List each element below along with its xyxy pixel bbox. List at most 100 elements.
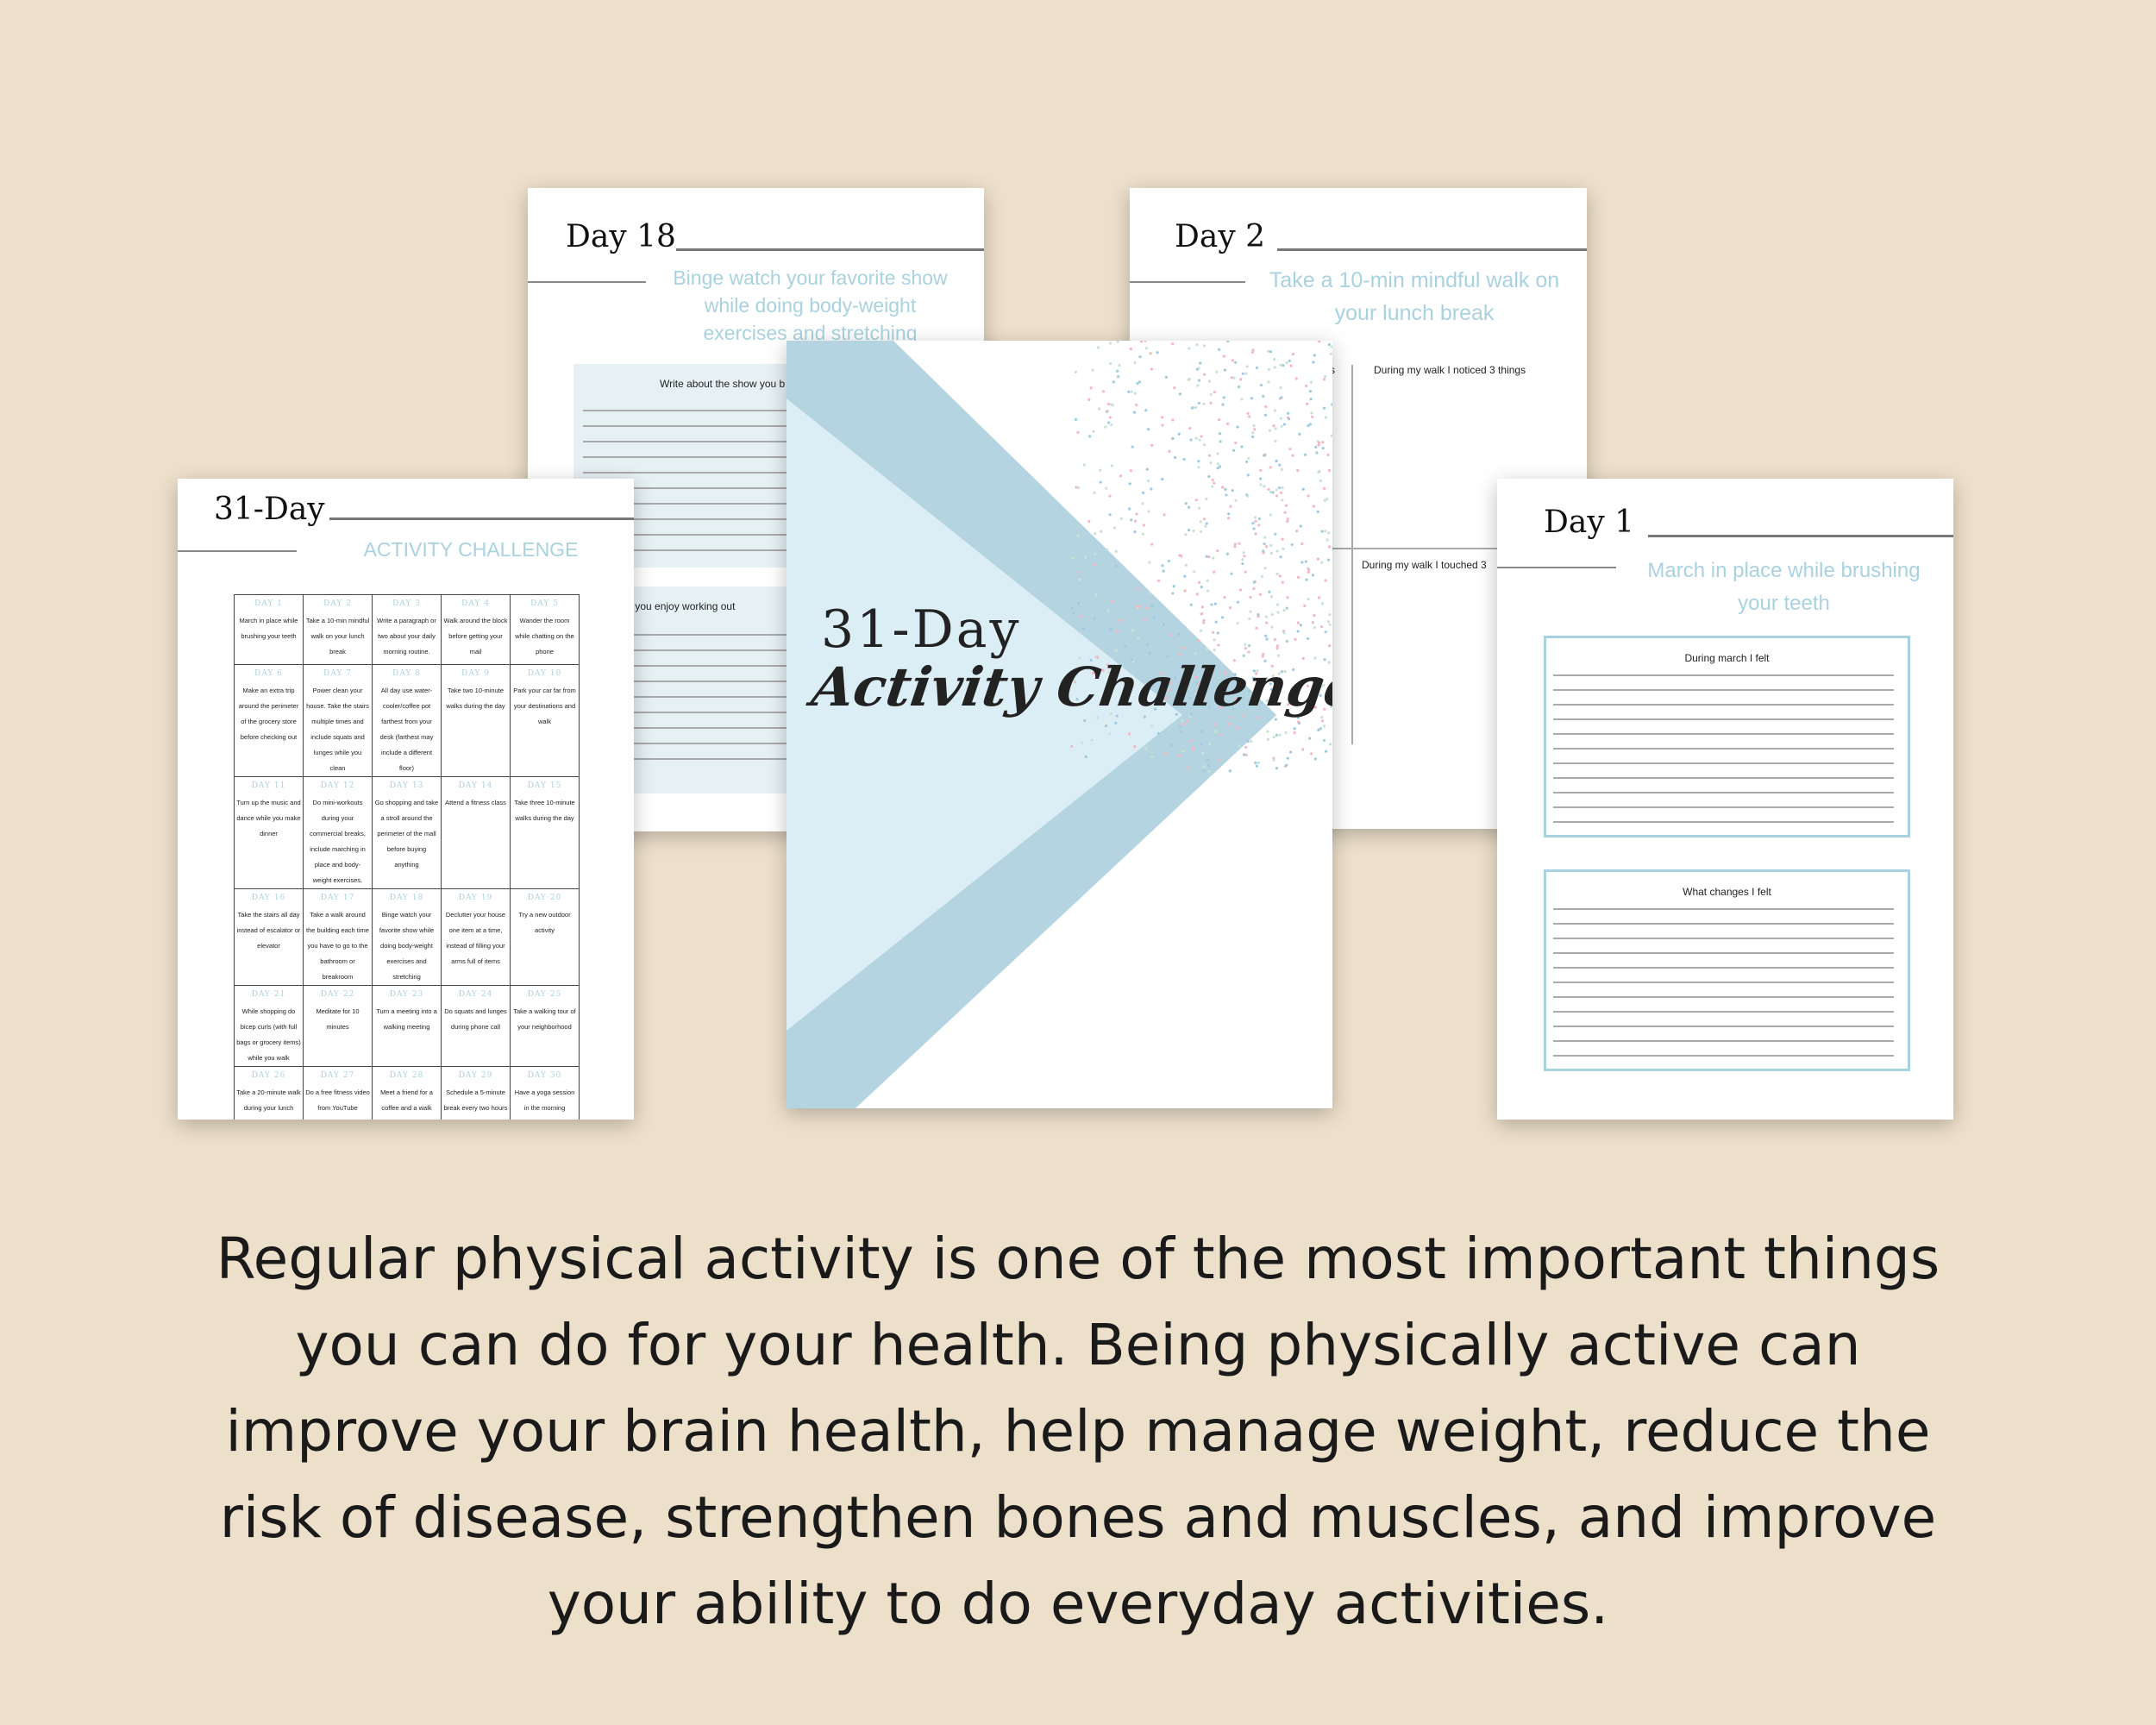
confetti-dot <box>1209 401 1213 405</box>
confetti-dot <box>1263 543 1266 546</box>
confetti-dot <box>1119 517 1124 520</box>
calendar-row: DAY 26 Take a 20-minute walk during your … <box>234 1065 580 1120</box>
confetti-dot <box>1234 499 1238 502</box>
confetti-dot <box>1252 580 1257 584</box>
confetti-dot <box>1330 345 1332 348</box>
confetti-dot <box>1276 611 1280 614</box>
confetti-dot <box>1133 392 1137 395</box>
confetti-dot <box>1205 555 1208 558</box>
day-label: DAY 3 <box>392 599 421 608</box>
confetti-dot <box>1094 593 1098 597</box>
confetti-dot <box>1322 406 1326 410</box>
cover-page: 31-Day Activity Challenge <box>787 341 1332 1108</box>
confetti-dot <box>1250 397 1254 400</box>
confetti-dot <box>1205 497 1208 501</box>
confetti-dot <box>1219 733 1222 737</box>
confetti-dot <box>1278 574 1282 578</box>
confetti-dot <box>1108 342 1112 345</box>
confetti-dot <box>1163 513 1166 517</box>
confetti-dot <box>1141 502 1144 505</box>
confetti-dot <box>1218 432 1222 436</box>
confetti-dot <box>1331 403 1332 406</box>
confetti-dot <box>1265 621 1269 624</box>
confetti-dot <box>1135 512 1138 516</box>
confetti-dot <box>1131 629 1134 632</box>
confetti-dot <box>1160 416 1164 419</box>
calendar-cell: DAY 28 Meet a friend for a coffee and a w… <box>372 1065 442 1120</box>
confetti-dot <box>1310 411 1313 415</box>
confetti-dot <box>1189 739 1193 743</box>
day-activity: Take three 10-minute walks during the da… <box>514 798 575 822</box>
confetti-dot <box>1127 390 1131 393</box>
confetti-dot <box>1274 532 1277 536</box>
day-label: DAY 26 <box>251 1070 286 1080</box>
confetti-dot <box>1239 378 1243 381</box>
confetti-dot <box>1294 377 1298 380</box>
confetti-dot <box>1246 411 1250 415</box>
confetti-dot <box>1181 723 1185 726</box>
confetti-dot <box>1244 753 1248 757</box>
confetti-dot <box>1252 586 1256 591</box>
cover-title-line2: Activity Challenge <box>807 656 1332 718</box>
confetti-dot <box>1308 390 1313 393</box>
confetti-dot <box>1228 769 1232 773</box>
confetti-dot <box>1283 511 1287 514</box>
divider <box>178 550 297 552</box>
confetti-dot <box>1273 409 1277 412</box>
confetti-dot <box>1237 386 1241 389</box>
confetti-dot <box>1324 579 1327 582</box>
confetti-dot <box>1305 578 1308 581</box>
confetti-dot <box>1266 730 1269 733</box>
day-label: DAY 16 <box>251 893 286 902</box>
confetti-dot <box>1082 463 1086 467</box>
day-activity: Wander the room while chatting on the ph… <box>515 617 574 656</box>
confetti-dot <box>1206 647 1209 651</box>
confetti-dot <box>1329 352 1332 355</box>
confetti-dot <box>1252 423 1256 428</box>
confetti-dot <box>1280 467 1283 472</box>
confetti-dot <box>1308 737 1312 740</box>
confetti-dot <box>1323 486 1326 490</box>
confetti-dot <box>1269 543 1273 548</box>
confetti-dot <box>1227 517 1231 520</box>
day-label: DAY 12 <box>320 781 355 790</box>
confetti-dot <box>1200 605 1205 609</box>
confetti-dot <box>1257 524 1261 527</box>
confetti-dot <box>1218 758 1221 762</box>
confetti-dot <box>1263 413 1268 417</box>
confetti-dot <box>1215 370 1219 373</box>
confetti-dot <box>1263 536 1267 539</box>
confetti-dot <box>1150 367 1153 371</box>
confetti-dot <box>1291 454 1294 457</box>
confetti-dot <box>1097 346 1100 349</box>
confetti-dot <box>1148 651 1151 655</box>
confetti-dot <box>1213 638 1216 642</box>
confetti-dot <box>1307 570 1310 574</box>
calendar-cell: DAY 27 Do a free fitness video from YouTu… <box>303 1065 373 1120</box>
confetti-dot <box>1078 578 1081 581</box>
confetti-dot <box>1253 428 1257 431</box>
day-label: DAY 18 <box>389 893 424 902</box>
day-activity: Do squats and lunges during phone call <box>444 1007 507 1031</box>
confetti-dot <box>1218 465 1222 468</box>
confetti-dot <box>1172 585 1175 588</box>
confetti-dot <box>1110 464 1113 467</box>
confetti-dot <box>1171 342 1175 346</box>
confetti-dot <box>1104 425 1107 429</box>
confetti-dot <box>1207 769 1211 774</box>
confetti-dot <box>1108 731 1112 736</box>
confetti-dot <box>1246 494 1250 498</box>
day-activity: Schedule a 5-minute break every two hour… <box>443 1088 508 1120</box>
confetti-dot <box>1167 559 1170 563</box>
day-label: DAY 28 <box>389 1070 424 1080</box>
calendar-title: 31-Day <box>214 492 325 527</box>
day-label: DAY 27 <box>320 1070 355 1080</box>
confetti-dot <box>1191 406 1194 410</box>
confetti-dot <box>1250 350 1255 354</box>
confetti-dot <box>1262 549 1265 553</box>
confetti-dot <box>1146 479 1150 483</box>
confetti-dot <box>1324 374 1327 379</box>
confetti-dot <box>1272 736 1275 739</box>
confetti-dot <box>1179 730 1183 734</box>
confetti-dot <box>1288 448 1292 451</box>
